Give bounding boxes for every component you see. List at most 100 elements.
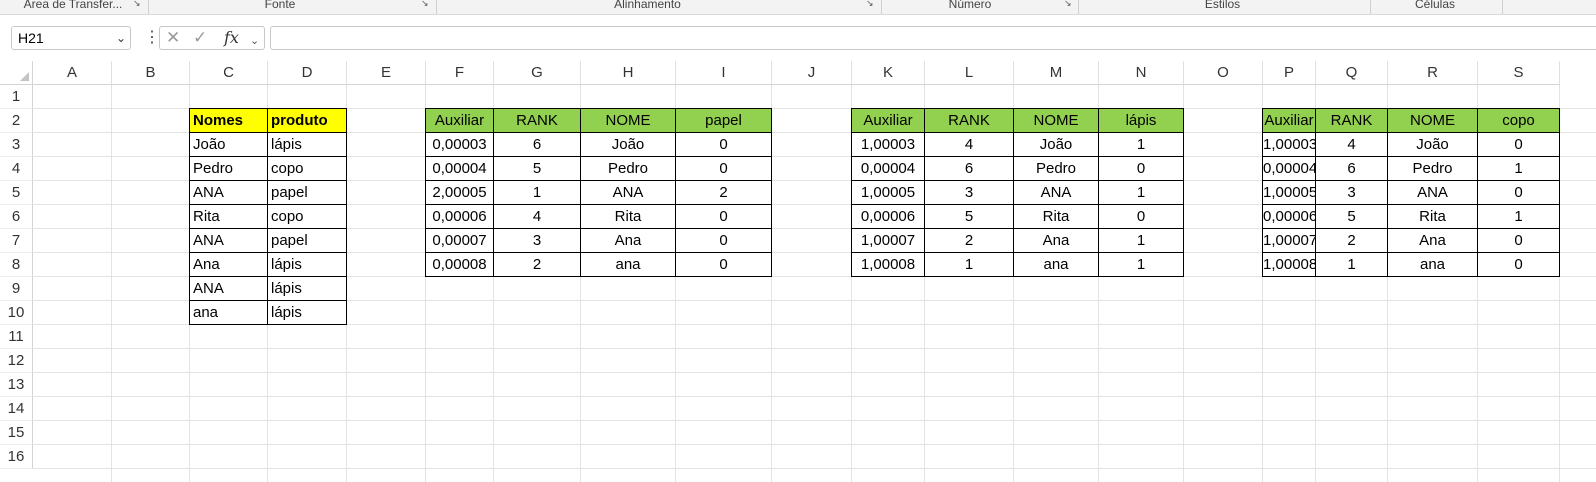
cell-lapis-4-3[interactable]: 0 (1099, 205, 1184, 229)
row-header-4[interactable]: 4 (0, 157, 33, 181)
cell-copo-2-1[interactable]: 6 (1316, 157, 1388, 181)
cell-lapis-2-3[interactable]: 0 (1099, 157, 1184, 181)
select-all-button[interactable] (0, 61, 33, 85)
cell-papel-4-2[interactable]: Rita (581, 205, 676, 229)
cell-names-1-0[interactable]: João (189, 133, 268, 157)
column-header-a[interactable]: A (33, 61, 112, 85)
cell-lapis-6-0[interactable]: 1,00008 (851, 253, 925, 277)
cell-copo-5-1[interactable]: 2 (1316, 229, 1388, 253)
cell-copo-6-3[interactable]: 0 (1478, 253, 1560, 277)
cell-lapis-1-2[interactable]: João (1014, 133, 1099, 157)
cell-names-3-0[interactable]: ANA (189, 181, 268, 205)
header-cell-papel-0-3[interactable]: papel (676, 108, 772, 133)
cell-lapis-5-3[interactable]: 1 (1099, 229, 1184, 253)
cell-copo-6-0[interactable]: 1,00008 (1262, 253, 1316, 277)
cell-papel-4-3[interactable]: 0 (676, 205, 772, 229)
cell-papel-5-2[interactable]: Ana (581, 229, 676, 253)
cell-lapis-3-0[interactable]: 1,00005 (851, 181, 925, 205)
header-cell-lapis-0-1[interactable]: RANK (925, 108, 1014, 133)
cell-papel-5-1[interactable]: 3 (494, 229, 581, 253)
cell-names-2-1[interactable]: copo (268, 157, 347, 181)
row-header-6[interactable]: 6 (0, 205, 33, 229)
row-header-16[interactable]: 16 (0, 445, 33, 469)
cell-lapis-3-2[interactable]: ANA (1014, 181, 1099, 205)
header-cell-papel-0-1[interactable]: RANK (494, 108, 581, 133)
header-cell-papel-0-2[interactable]: NOME (581, 108, 676, 133)
header-cell-names-0-0[interactable]: Nomes (189, 108, 268, 133)
column-header-n[interactable]: N (1099, 61, 1184, 85)
cell-lapis-2-1[interactable]: 6 (925, 157, 1014, 181)
column-header-o[interactable]: O (1184, 61, 1263, 85)
cell-copo-5-0[interactable]: 1,00007 (1262, 229, 1316, 253)
row-header-9[interactable]: 9 (0, 277, 33, 301)
column-header-p[interactable]: P (1263, 61, 1316, 85)
cell-lapis-4-0[interactable]: 0,00006 (851, 205, 925, 229)
column-header-l[interactable]: L (925, 61, 1014, 85)
cell-names-4-1[interactable]: copo (268, 205, 347, 229)
cell-names-7-0[interactable]: ANA (189, 277, 268, 301)
column-header-q[interactable]: Q (1316, 61, 1388, 85)
row-header-11[interactable]: 11 (0, 325, 33, 349)
dialog-launcher-icon[interactable]: ↘ (133, 0, 143, 8)
column-header-c[interactable]: C (190, 61, 268, 85)
column-header-d[interactable]: D (268, 61, 347, 85)
cell-names-5-1[interactable]: papel (268, 229, 347, 253)
cell-names-6-1[interactable]: lápis (268, 253, 347, 277)
cell-names-5-0[interactable]: ANA (189, 229, 268, 253)
chevron-down-icon[interactable]: ⌄ (116, 27, 126, 49)
cell-lapis-1-3[interactable]: 1 (1099, 133, 1184, 157)
worksheet-grid[interactable]: A B C D E F G H I J K L M N O P Q R S 1 2 3 4 5 6 7 8 9 10 11 12 13 14 15… (0, 61, 1596, 482)
cell-names-6-0[interactable]: Ana (189, 253, 268, 277)
cell-papel-6-3[interactable]: 0 (676, 253, 772, 277)
formula-input[interactable] (270, 26, 1596, 50)
cell-lapis-4-2[interactable]: Rita (1014, 205, 1099, 229)
cell-lapis-5-0[interactable]: 1,00007 (851, 229, 925, 253)
cell-copo-3-0[interactable]: 1,00005 (1262, 181, 1316, 205)
dialog-launcher-icon[interactable]: ↘ (421, 0, 431, 8)
cell-lapis-6-2[interactable]: ana (1014, 253, 1099, 277)
cell-copo-3-3[interactable]: 0 (1478, 181, 1560, 205)
row-header-2[interactable]: 2 (0, 109, 33, 133)
column-header-j[interactable]: J (772, 61, 852, 85)
cell-papel-3-0[interactable]: 2,00005 (425, 181, 494, 205)
row-header-1[interactable]: 1 (0, 85, 33, 109)
column-header-h[interactable]: H (581, 61, 676, 85)
row-header-15[interactable]: 15 (0, 421, 33, 445)
cell-names-4-0[interactable]: Rita (189, 205, 268, 229)
cell-names-8-0[interactable]: ana (189, 301, 268, 325)
cell-lapis-5-2[interactable]: Ana (1014, 229, 1099, 253)
cell-lapis-6-3[interactable]: 1 (1099, 253, 1184, 277)
chevron-down-icon[interactable]: ⌄ (250, 31, 259, 51)
cell-names-7-1[interactable]: lápis (268, 277, 347, 301)
column-header-i[interactable]: I (676, 61, 772, 85)
cell-copo-4-0[interactable]: 0,00006 (1262, 205, 1316, 229)
cell-copo-2-2[interactable]: Pedro (1388, 157, 1478, 181)
cell-names-1-1[interactable]: lápis (268, 133, 347, 157)
cell-copo-5-3[interactable]: 0 (1478, 229, 1560, 253)
header-cell-lapis-0-3[interactable]: lápis (1099, 108, 1184, 133)
cell-copo-4-1[interactable]: 5 (1316, 205, 1388, 229)
cell-papel-2-0[interactable]: 0,00004 (425, 157, 494, 181)
more-options-icon[interactable]: ⋮ (144, 29, 160, 47)
column-header-g[interactable]: G (494, 61, 581, 85)
cell-names-3-1[interactable]: papel (268, 181, 347, 205)
cell-papel-1-2[interactable]: João (581, 133, 676, 157)
cell-papel-1-3[interactable]: 0 (676, 133, 772, 157)
insert-function-icon[interactable]: fx (224, 28, 239, 48)
cell-papel-2-2[interactable]: Pedro (581, 157, 676, 181)
cell-papel-1-0[interactable]: 0,00003 (425, 133, 494, 157)
header-cell-copo-0-2[interactable]: NOME (1388, 108, 1478, 133)
cell-papel-1-1[interactable]: 6 (494, 133, 581, 157)
cell-names-8-1[interactable]: lápis (268, 301, 347, 325)
cell-names-2-0[interactable]: Pedro (189, 157, 268, 181)
cell-lapis-1-0[interactable]: 1,00003 (851, 133, 925, 157)
cell-copo-4-2[interactable]: Rita (1388, 205, 1478, 229)
cell-lapis-4-1[interactable]: 5 (925, 205, 1014, 229)
column-header-e[interactable]: E (347, 61, 426, 85)
column-header-f[interactable]: F (426, 61, 494, 85)
column-header-k[interactable]: K (852, 61, 925, 85)
cell-lapis-1-1[interactable]: 4 (925, 133, 1014, 157)
cell-copo-1-2[interactable]: João (1388, 133, 1478, 157)
row-header-14[interactable]: 14 (0, 397, 33, 421)
row-header-12[interactable]: 12 (0, 349, 33, 373)
